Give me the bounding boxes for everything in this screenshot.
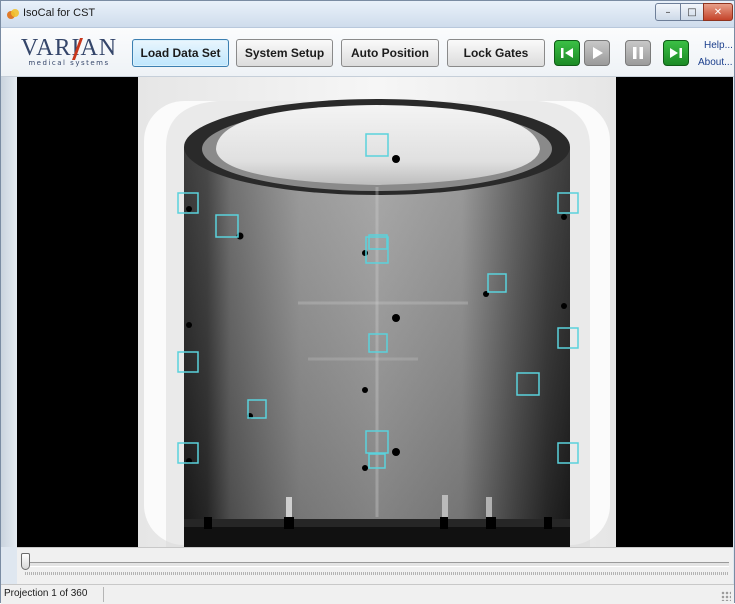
play-button[interactable] [584, 40, 610, 66]
system-setup-button[interactable]: System Setup [236, 39, 333, 67]
trackbar-ticks [25, 572, 729, 575]
step-forward-icon [670, 48, 682, 58]
projection-image[interactable] [138, 77, 616, 547]
left-panel-edge [1, 77, 17, 547]
trackbar-thumb[interactable] [21, 553, 30, 570]
status-separator [103, 587, 104, 602]
window-title: IsoCal for CST [23, 7, 96, 19]
load-data-set-button[interactable]: Load Data Set [132, 39, 229, 67]
step-back-icon [561, 48, 573, 58]
app-icon [7, 9, 19, 19]
step-back-button[interactable] [554, 40, 580, 66]
auto-position-button[interactable]: Auto Position [341, 39, 439, 67]
step-forward-button[interactable] [663, 40, 689, 66]
logo-wordmark: VARIAN [20, 35, 118, 61]
close-icon: ✕ [713, 6, 723, 18]
play-icon [593, 47, 603, 59]
pause-button[interactable] [625, 40, 651, 66]
toolbar: VARIAN medical systems Load Data Set Sys… [1, 28, 734, 77]
maximize-button[interactable]: □ [680, 3, 704, 21]
status-bar: Projection 1 of 360 [1, 584, 734, 604]
trackbar-channel [25, 562, 729, 567]
resize-grip-icon[interactable] [721, 591, 731, 601]
close-button[interactable]: ✕ [703, 3, 733, 21]
maximize-icon: □ [687, 6, 697, 18]
title-bar[interactable]: IsoCal for CST – □ ✕ [1, 1, 734, 28]
minimize-button[interactable]: – [655, 3, 681, 21]
help-link[interactable]: Help... [704, 40, 733, 51]
minimize-icon: – [665, 6, 671, 18]
logo-tagline: medical systems [28, 59, 110, 67]
projection-viewer[interactable] [17, 77, 733, 547]
varian-logo: VARIAN medical systems [9, 32, 129, 70]
pause-icon [633, 47, 643, 59]
projection-status: Projection 1 of 360 [4, 588, 88, 599]
about-link[interactable]: About... [698, 57, 732, 68]
lock-gates-button[interactable]: Lock Gates [447, 39, 545, 67]
app-window: IsoCal for CST – □ ✕ VARIAN medical syst… [0, 0, 735, 604]
projection-trackbar[interactable] [17, 547, 733, 584]
